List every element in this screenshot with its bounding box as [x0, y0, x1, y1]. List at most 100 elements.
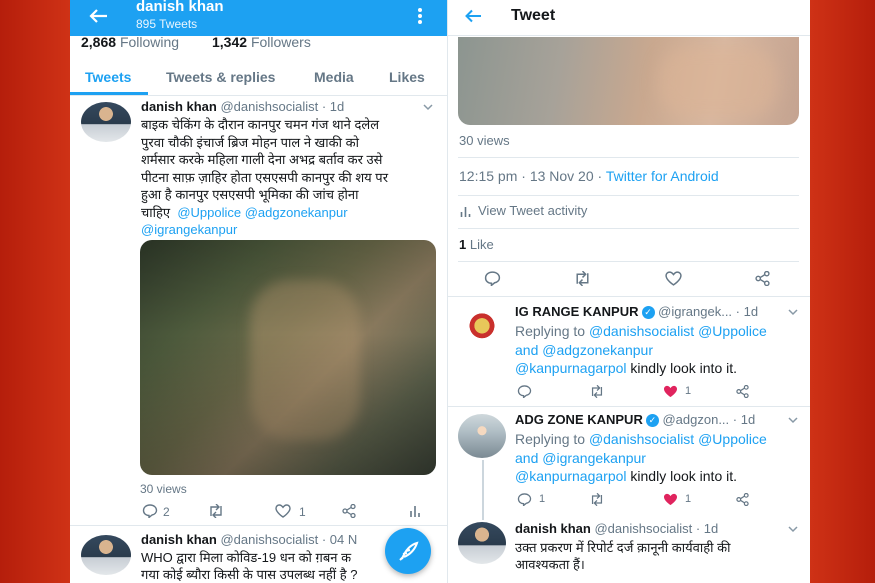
divider	[448, 406, 810, 407]
retweet-icon[interactable]	[207, 504, 225, 518]
verified-badge-icon: ✓	[645, 414, 659, 427]
compose-tweet-button[interactable]	[385, 528, 431, 574]
replying-to-and: and	[515, 449, 543, 466]
tweet-video[interactable]	[458, 37, 799, 125]
profile-header-bar	[70, 0, 447, 36]
tweet-author-handle[interactable]: @danishsocialist	[220, 532, 318, 547]
followers-stat[interactable]: 1,342 Followers	[212, 34, 311, 50]
tweet-header: danish khan @danishsocialist · 1d	[141, 99, 344, 114]
following-stat[interactable]: 2,868 Following	[81, 34, 179, 50]
reply-time: · 1d	[735, 304, 759, 319]
tweet-detail-screen: Tweet 30 views 12:15 pm · 13 Nov 20 · Tw…	[447, 0, 810, 583]
like-icon[interactable]	[665, 271, 682, 286]
tweet-text-line: पीटना साफ़ ज़ाहिर होता एसएसपी कानपुर की …	[141, 169, 389, 185]
tweet-text: बाइक चेकिंग के दौरान कानपुर चमन गंज थाने…	[141, 116, 441, 239]
chevron-down-icon[interactable]	[423, 104, 433, 111]
liked-heart-icon[interactable]	[663, 493, 678, 506]
reply-icon[interactable]	[484, 271, 501, 286]
tab-tweets-replies[interactable]: Tweets & replies	[166, 69, 275, 85]
tweet-timestamp: 12:15 pm · 13 Nov 20 · Twitter for Andro…	[459, 168, 719, 184]
chevron-down-icon[interactable]	[788, 526, 798, 533]
reply-body: Replying to @danishsocialist @Uppolice a…	[515, 430, 767, 486]
like-count: 1	[299, 505, 306, 519]
profile-screen: danish khan 895 Tweets 2,868 Following 1…	[70, 0, 447, 583]
reply-author-handle[interactable]: @igrangek...	[658, 304, 732, 319]
reply-icon[interactable]	[517, 385, 532, 398]
reply-icon[interactable]	[142, 504, 158, 518]
feather-icon	[398, 540, 420, 562]
replying-to-and: and	[515, 341, 543, 358]
share-icon[interactable]	[342, 504, 356, 518]
likes-label: Like	[469, 237, 494, 252]
reply-author-handle[interactable]: @adgzon...	[662, 412, 729, 427]
avatar[interactable]	[458, 522, 506, 564]
like-count: 1	[685, 385, 692, 397]
avatar[interactable]	[458, 414, 506, 458]
likes-stat[interactable]: 1 Like	[459, 237, 494, 252]
replying-to-mention[interactable]: @adgzonekanpur	[542, 342, 653, 358]
background-right	[809, 0, 875, 583]
view-tweet-activity[interactable]: View Tweet activity	[478, 203, 587, 218]
reply-header: danish khan @danishsocialist · 1d	[515, 521, 718, 536]
tweet-author-name[interactable]: danish khan	[141, 532, 217, 547]
tweet-time: · 04 N	[321, 532, 358, 547]
avatar[interactable]	[81, 535, 131, 575]
reply-author-name[interactable]: danish khan	[515, 521, 591, 536]
reply-icon[interactable]	[517, 493, 532, 506]
tweet-author-name[interactable]: danish khan	[141, 99, 217, 114]
reply-body: उक्त प्रकरण में रिपोर्ट दर्ज क़ानूनी कार…	[515, 539, 730, 573]
reply-author-name[interactable]: ADG ZONE KANPUR	[515, 412, 643, 427]
replying-to-mentions[interactable]: @danishsocialist @Uppolice	[589, 323, 767, 339]
avatar[interactable]	[81, 102, 131, 142]
tab-likes[interactable]: Likes	[389, 69, 425, 85]
reply-mention[interactable]: @kanpurnagarpol	[515, 360, 627, 376]
page-title: Tweet	[511, 7, 556, 24]
divider	[448, 296, 810, 297]
tweet-mention[interactable]: @igrangekanpur	[141, 221, 441, 239]
reply-text-line: उक्त प्रकरण में रिपोर्ट दर्ज क़ानूनी कार…	[515, 540, 731, 555]
tweet-author-handle[interactable]: @danishsocialist	[220, 99, 318, 114]
reply-author-handle[interactable]: @danishsocialist	[594, 521, 692, 536]
replying-to-mentions[interactable]: @danishsocialist @Uppolice	[589, 431, 767, 447]
back-arrow-icon[interactable]	[464, 9, 482, 23]
tab-tweets[interactable]: Tweets	[85, 69, 131, 85]
tweet-video[interactable]	[140, 240, 436, 475]
reply-time: · 1d	[695, 521, 719, 536]
reply-mention[interactable]: @kanpurnagarpol	[515, 468, 627, 484]
tweet-time: · 1d	[321, 99, 345, 114]
overflow-menu-icon[interactable]	[417, 7, 423, 25]
retweet-icon[interactable]	[573, 271, 592, 286]
replying-to-mention[interactable]: @igrangekanpur	[542, 450, 646, 466]
following-count: 2,868	[81, 34, 117, 50]
video-views: 30 views	[459, 133, 510, 148]
tab-media[interactable]: Media	[314, 69, 354, 85]
divider	[458, 157, 799, 158]
retweet-icon[interactable]	[589, 385, 605, 398]
divider	[458, 228, 799, 229]
chevron-down-icon[interactable]	[788, 417, 798, 424]
reply-text: kindly look into it.	[626, 468, 738, 484]
analytics-icon[interactable]	[409, 504, 421, 518]
client-link[interactable]: Twitter for Android	[606, 168, 719, 184]
replying-to-label: Replying to	[515, 431, 589, 447]
tweet-count: 895 Tweets	[136, 17, 198, 31]
reply-author-name[interactable]: IG RANGE KANPUR	[515, 304, 639, 319]
tweet-text-line: शर्मसार करके महिला गाली देना अभद्र बर्ता…	[141, 152, 383, 167]
divider	[458, 261, 799, 262]
back-arrow-icon[interactable]	[88, 8, 108, 24]
reply-header: ADG ZONE KANPUR ✓ @adgzon... · 1d	[515, 412, 755, 427]
following-label: Following	[119, 34, 180, 50]
tweet-divider	[70, 525, 447, 526]
liked-heart-icon[interactable]	[663, 385, 678, 398]
analytics-icon	[460, 206, 471, 218]
chevron-down-icon[interactable]	[788, 309, 798, 316]
share-icon[interactable]	[736, 493, 749, 506]
retweet-icon[interactable]	[589, 493, 605, 506]
like-icon[interactable]	[275, 504, 291, 518]
tweet-mentions[interactable]: @Uppolice @adgzonekanpur	[177, 205, 347, 220]
share-icon[interactable]	[755, 271, 770, 286]
avatar[interactable]	[458, 306, 506, 350]
share-icon[interactable]	[736, 385, 749, 398]
reply-header: IG RANGE KANPUR ✓ @igrangek... · 1d	[515, 304, 758, 319]
tabs-divider	[70, 95, 447, 96]
